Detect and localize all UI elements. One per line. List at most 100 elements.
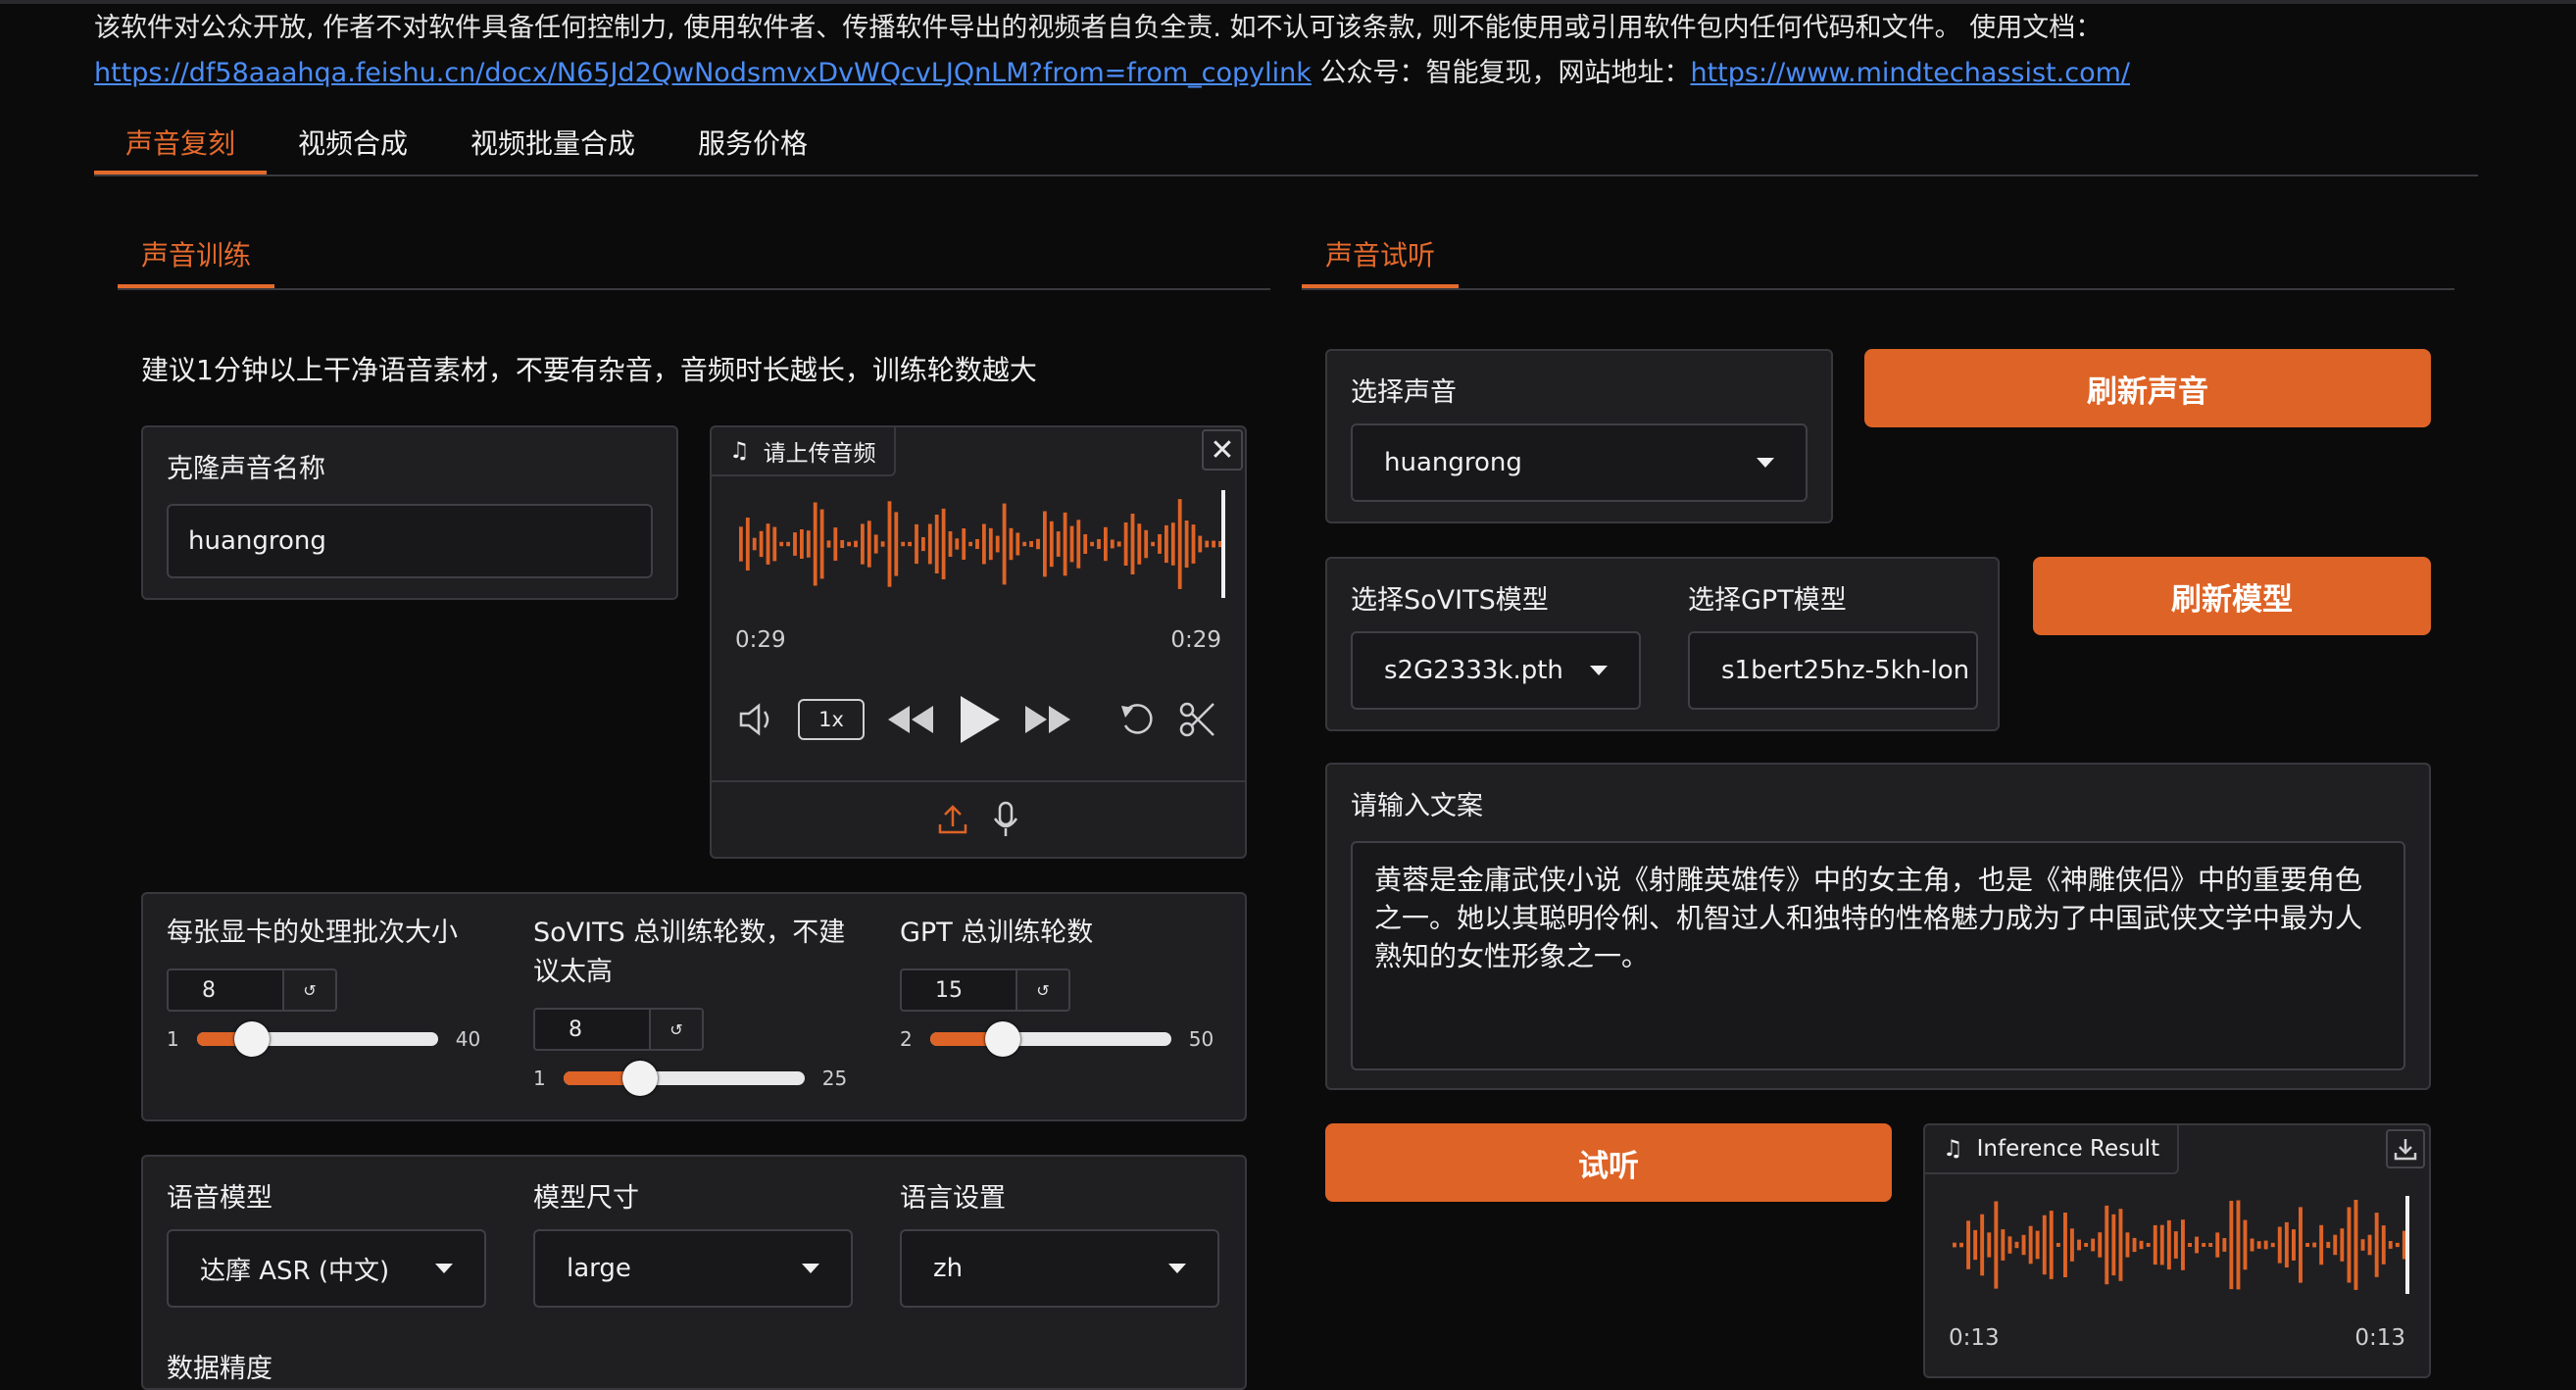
waveform-bar xyxy=(1097,539,1101,549)
waveform-bar xyxy=(847,541,851,547)
listen-button[interactable]: 试听 xyxy=(1325,1123,1892,1202)
waveform-bar xyxy=(887,501,892,587)
waveform-bar xyxy=(2326,1241,2331,1249)
waveform-bar xyxy=(2173,1231,2178,1259)
inference-result-label: Inference Result xyxy=(1976,1136,2160,1162)
waveform-bar xyxy=(1170,522,1175,566)
gpt-model-label: 选择GPT模型 xyxy=(1688,585,1847,616)
waveform-bar xyxy=(901,541,906,547)
tab-video-synthesis[interactable]: 视频合成 xyxy=(267,116,439,174)
waveform-bar xyxy=(2070,1228,2074,1262)
waveform-bar xyxy=(927,523,932,565)
waveform-bar xyxy=(2333,1234,2338,1256)
voice-select-dropdown[interactable]: huangrong xyxy=(1351,423,1808,502)
doc-link[interactable]: https://df58aaahqa.feishu.cn/docx/N65Jd2… xyxy=(94,58,1312,88)
waveform-bar xyxy=(2166,1219,2171,1270)
asr-model-dropdown[interactable]: 达摩 ASR (中文) xyxy=(167,1229,486,1308)
waveform-bar xyxy=(894,512,899,576)
waveform-bar xyxy=(2229,1201,2234,1290)
sovits-epochs-slider[interactable] xyxy=(563,1061,805,1096)
rewind-icon[interactable] xyxy=(886,702,935,737)
asr-settings-panel: 语音模型 达摩 ASR (中文) 模型尺寸 large 语言设置 zh 数据精度 xyxy=(141,1155,1247,1390)
close-icon[interactable]: ✕ xyxy=(1202,429,1243,471)
playhead xyxy=(1221,490,1225,598)
waveform-bar xyxy=(2202,1243,2206,1247)
inference-result-header: ♫ Inference Result xyxy=(1925,1125,2180,1174)
waveform-bar xyxy=(1212,540,1215,548)
tab-batch-video[interactable]: 视频批量合成 xyxy=(439,116,667,174)
undo-icon[interactable] xyxy=(1117,700,1157,739)
waveform-bar xyxy=(1980,1214,1985,1276)
upload-audio-header: ♫ 请上传音频 xyxy=(712,427,896,476)
model-size-dropdown[interactable]: large xyxy=(533,1229,853,1308)
reset-icon[interactable]: ↺ xyxy=(284,968,337,1012)
sovits-epochs-max: 25 xyxy=(821,1067,848,1090)
reset-icon[interactable]: ↺ xyxy=(651,1008,704,1051)
preview-subtabs: 声音试听 xyxy=(1302,227,2454,290)
batch-size-slider[interactable] xyxy=(196,1021,438,1057)
gpt-epochs-max: 50 xyxy=(1188,1027,1214,1051)
waveform-bar xyxy=(2195,1236,2199,1254)
waveform-bar xyxy=(1959,1242,1963,1248)
inference-result-panel: ♫ Inference Result 0:13 0:13 xyxy=(1923,1123,2431,1378)
language-dropdown[interactable]: zh xyxy=(900,1229,1219,1308)
waveform-bar xyxy=(2222,1238,2227,1252)
clone-name-input[interactable]: huangrong xyxy=(167,504,653,578)
play-icon[interactable] xyxy=(957,694,1002,745)
gpt-epochs-label: GPT 总训练轮数 xyxy=(900,918,1094,948)
gpt-model-dropdown[interactable]: s1bert25hz-5kh-lon xyxy=(1688,631,1978,710)
refresh-voice-button[interactable]: 刷新声音 xyxy=(1864,349,2431,427)
site-link[interactable]: https://www.mindtechassist.com/ xyxy=(1690,58,2130,88)
sovits-model-dropdown[interactable]: s2G2333k.pth xyxy=(1351,631,1641,710)
upload-audio-label: 请上传音频 xyxy=(763,441,876,467)
waveform-bar xyxy=(1002,503,1007,585)
waveform-bar xyxy=(2299,1207,2303,1283)
waveform-bar xyxy=(752,537,757,551)
waveform-bar xyxy=(2215,1232,2220,1258)
waveform-bar xyxy=(2381,1225,2386,1265)
waveform-bar xyxy=(1123,522,1128,566)
subtab-voice-training[interactable]: 声音训练 xyxy=(118,227,275,288)
model-size-label: 模型尺寸 xyxy=(533,1183,639,1214)
gpt-epochs-slider[interactable] xyxy=(929,1021,1171,1057)
model-select-panel: 选择SoVITS模型 s2G2333k.pth 选择GPT模型 s1bert25… xyxy=(1325,557,2000,731)
waveform-bar xyxy=(854,540,858,548)
upload-icon[interactable] xyxy=(936,803,969,836)
waveform-bar xyxy=(962,528,966,560)
sovits-epochs-input[interactable]: 8 xyxy=(533,1008,651,1051)
script-text-label: 请输入文案 xyxy=(1351,791,1483,821)
batch-size-input[interactable]: 8 xyxy=(167,968,284,1012)
volume-icon[interactable] xyxy=(737,702,776,737)
reset-icon[interactable]: ↺ xyxy=(1017,968,1070,1012)
upload-audio-panel: ♫ 请上传音频 ✕ 0:29 0:29 1x xyxy=(710,425,1247,859)
training-subtabs: 声音训练 xyxy=(118,227,1270,290)
waveform-bar xyxy=(2063,1213,2067,1277)
waveform-bar xyxy=(1164,524,1168,564)
audio-waveform[interactable] xyxy=(739,490,1229,608)
download-icon[interactable] xyxy=(2386,1129,2425,1168)
result-waveform[interactable] xyxy=(1953,1196,2413,1304)
gpt-epochs-input[interactable]: 15 xyxy=(900,968,1017,1012)
disclaimer-body: 该软件对公众开放, 作者不对软件具备任何控制力, 使用软件者、传播软件导出的视频… xyxy=(94,13,2103,43)
fast-forward-icon[interactable] xyxy=(1023,702,1072,737)
waveform-bar xyxy=(988,527,993,561)
subtab-voice-preview[interactable]: 声音试听 xyxy=(1302,227,1460,288)
playhead xyxy=(2405,1196,2409,1294)
refresh-model-button[interactable]: 刷新模型 xyxy=(2033,557,2431,635)
asr-model-value: 达摩 ASR (中文) xyxy=(200,1256,390,1286)
microphone-icon[interactable] xyxy=(991,801,1020,838)
waveform-bar xyxy=(2153,1224,2157,1266)
waveform-bar xyxy=(1191,524,1196,564)
batch-size-control: 每张显卡的处理批次大小 8 ↺ 1 40 xyxy=(167,914,496,1057)
waveform-bar xyxy=(1009,527,1014,561)
tab-voice-clone[interactable]: 声音复刻 xyxy=(94,116,268,174)
waveform-bar xyxy=(833,527,838,561)
playback-speed-button[interactable]: 1x xyxy=(798,699,865,740)
chevron-down-icon xyxy=(802,1264,819,1273)
scissors-icon[interactable] xyxy=(1178,700,1217,739)
waveform-bar xyxy=(995,535,1000,553)
tab-pricing[interactable]: 服务价格 xyxy=(667,116,839,174)
script-textarea[interactable]: 黄蓉是金庸武侠小说《射雕英雄传》中的女主角，也是《神雕侠侣》中的重要角色之一。她… xyxy=(1351,841,2405,1070)
main-tabs: 声音复刻 视频合成 视频批量合成 服务价格 xyxy=(94,116,2478,176)
waveform-bar xyxy=(921,537,925,552)
